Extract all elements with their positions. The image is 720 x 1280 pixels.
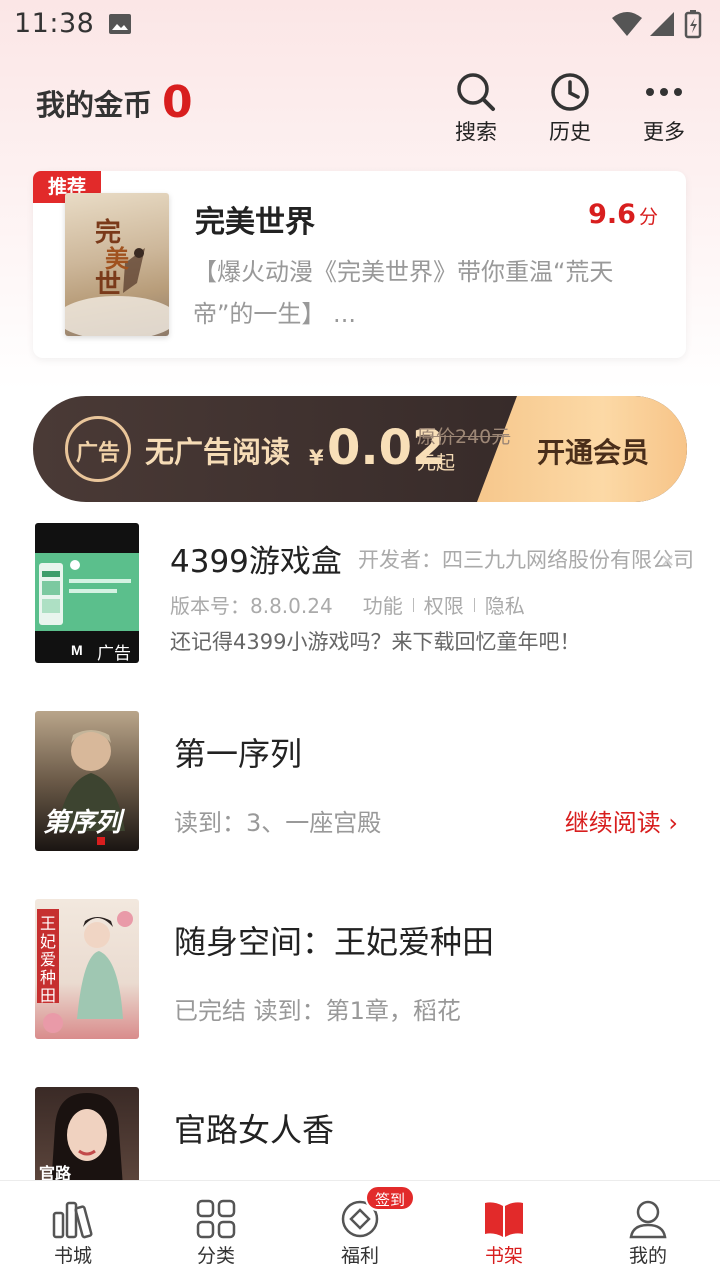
history-label: 历史 [549,120,591,144]
recommend-score: 9.6 分 [588,199,658,230]
book-progress: 读到：3、一座宫殿 [174,809,382,837]
svg-text:田: 田 [40,986,56,1005]
ad-version: 版本号：8.8.0.24 [170,594,333,618]
ad-list-item[interactable]: M 广告 4399游戏盒 开发者：四三九九网络股份有限公司 ✕ 版本号：8.8.… [0,523,720,663]
ad-cover: M 广告 [35,523,139,663]
book-cover-space-farming: 王 妃 爱 种 田 [35,899,139,1039]
ad-description: 还记得4399小游戏吗？来下载回忆童年吧！ [170,630,581,654]
search-icon [457,73,495,111]
more-label: 更多 [643,120,685,144]
my-coins[interactable]: 我的金币 0 [36,77,193,128]
ad-link-permissions[interactable]: 权限 [424,590,464,619]
bookshelf-item[interactable]: 官路 官路女人香 [0,1087,720,1180]
coins-label: 我的金币 [36,88,153,122]
more-button[interactable]: 更多 [628,70,700,146]
status-time: 11:38 [14,8,95,39]
ad-developer: 开发者：四三九九网络股份有限公司 [358,548,694,572]
nav-label: 书架 [484,1245,523,1267]
vip-currency: ¥ [309,446,324,470]
ad-icon-text: 广告 [75,441,120,466]
profile-icon [629,1200,667,1239]
bookshelf-icon [485,1202,523,1237]
search-label: 搜索 [455,120,497,144]
recommended-book-card[interactable]: 推荐 完 美 世 完美世界 9.6 分 【爆火动漫《完美世界》带你重温“荒天帝”的… [33,171,686,358]
continue-reading-button[interactable]: 继续阅读 › [565,803,678,838]
vip-price-suffix: 元起 [417,452,456,474]
bookstore-icon [52,1201,93,1239]
recommend-description: 【爆火动漫《完美世界》带你重温“荒天帝”的一生】 ... [193,258,614,328]
ad-link-features[interactable]: 功能 [363,590,403,619]
nav-bookshelf[interactable]: 书架 [449,1181,559,1280]
svg-text:王: 王 [40,914,56,933]
nav-bookstore[interactable]: 书城 [18,1181,128,1280]
status-bar: 11:38 [0,0,720,50]
nav-label: 福利 [340,1245,379,1267]
nav-profile[interactable]: 我的 [593,1181,703,1280]
svg-text:第序列: 第序列 [43,808,126,838]
ad-meta: 版本号：8.8.0.24 功能 权限 隐私 [170,590,525,619]
history-button[interactable]: 历史 [534,70,606,146]
signin-badge: 签到 [365,1185,415,1211]
battery-icon [684,10,702,39]
category-icon [196,1199,236,1239]
clock-icon [551,73,589,111]
score-unit: 分 [638,206,658,228]
ad-icon: 广告 [65,416,131,482]
book-cover-perfect-world: 完 美 世 [65,193,169,336]
vip-text: 无广告阅读 [145,435,291,469]
divider [412,597,414,612]
ad-link-privacy[interactable]: 隐私 [485,590,525,619]
recommend-title: 完美世界 [195,205,315,240]
book-cover-official-road: 官路 [35,1087,139,1180]
ad-title: 4399游戏盒 [170,544,342,580]
svg-text:世: 世 [95,270,121,300]
book-title: 随身空间：王妃爱种田 [174,923,495,961]
nav-label: 书城 [53,1245,92,1267]
search-button[interactable]: 搜索 [440,70,512,146]
score-value: 9.6 [588,199,636,230]
book-title: 第一序列 [174,735,303,773]
bookshelf-item[interactable]: 第序列 第一序列 读到：3、一座宫殿 继续阅读 › [0,711,720,851]
nav-category[interactable]: 分类 [161,1181,271,1280]
status-icons [612,10,702,39]
signal-icon [650,12,674,36]
ad-label: 广告 [97,644,131,663]
nav-welfare[interactable]: 福利 签到 [305,1181,415,1280]
svg-text:妃: 妃 [40,932,56,951]
svg-text:官路: 官路 [39,1164,72,1180]
svg-text:种: 种 [40,968,56,987]
book-progress: 已完结 读到：第1章，稻花 [174,997,461,1025]
open-vip-button[interactable]: 开通会员 [537,431,649,471]
image-notification-icon [109,14,131,34]
nav-label: 我的 [628,1245,667,1267]
vip-original-price: 原价240元 [417,426,511,448]
book-cover-first-sequence: 第序列 [35,711,139,851]
svg-text:爱: 爱 [40,950,56,969]
bookshelf-item[interactable]: 王 妃 爱 种 田 随身空间：王妃爱种田 已完结 读到：第1章，稻花 [0,899,720,1039]
svg-text:M: M [71,642,83,658]
vip-banner[interactable]: 广告 无广告阅读 ¥ 0.02 原价240元 元起 开通会员 [33,396,687,502]
nav-label: 分类 [196,1245,235,1267]
svg-text:美: 美 [105,244,129,273]
close-icon[interactable]: ✕ [660,551,675,572]
bottom-nav: 书城 分类 福利 签到 书架 我的 [0,1180,720,1280]
wifi-icon [612,12,642,36]
book-title: 官路女人香 [174,1111,335,1149]
divider [473,597,475,612]
more-icon [646,88,682,96]
coins-value: 0 [162,77,193,128]
